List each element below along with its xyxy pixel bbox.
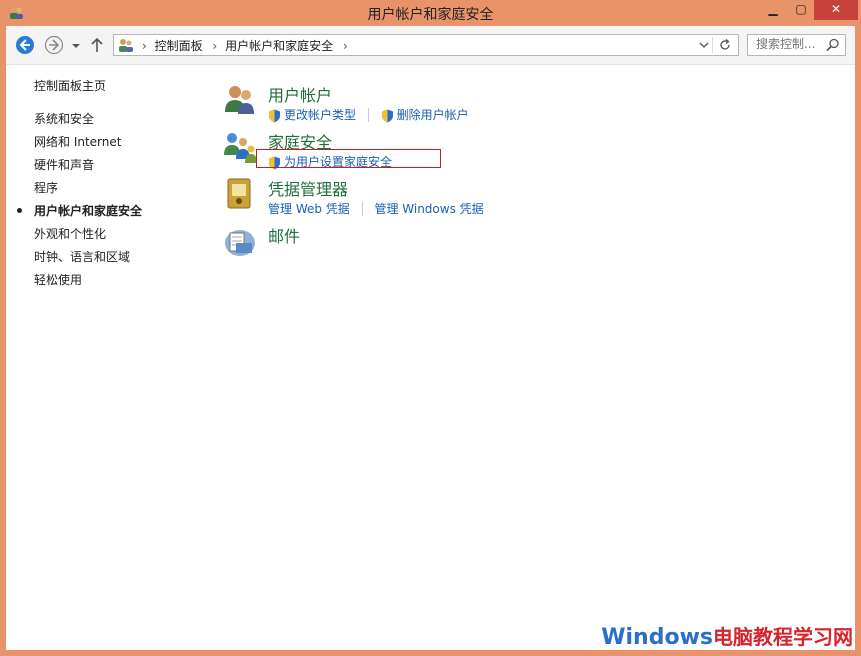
watermark-site-text: 电脑教程学习网 bbox=[713, 625, 853, 649]
back-arrow-icon[interactable] bbox=[15, 35, 35, 55]
window-title: 用户帐户和家庭安全 bbox=[367, 7, 494, 23]
sidebar-item-clock-language-region[interactable]: 时钟、语言和区域 bbox=[34, 248, 130, 265]
sidebar-item-system-security[interactable]: 系统和安全 bbox=[34, 110, 94, 127]
link-divider bbox=[367, 107, 369, 122]
address-divider bbox=[712, 37, 713, 53]
breadcrumb-user-accounts[interactable]: 用户帐户和家庭安全 bbox=[225, 39, 333, 53]
sidebar-item-network-internet[interactable]: 网络和 Internet bbox=[34, 133, 121, 150]
watermark: Windows电脑教程学习网 bbox=[601, 621, 853, 650]
window-frame: 用户帐户和家庭安全 ▁ ▢ ✕ › 控制面板 › 用户帐户和家庭安全 › 搜索控… bbox=[0, 0, 861, 656]
manage-web-credentials-link[interactable]: 管理 Web 凭据 bbox=[268, 200, 350, 217]
highlight-annotation-box bbox=[256, 149, 441, 168]
category-links: 更改帐户类型 删除用户帐户 bbox=[268, 106, 469, 123]
sidebar-item-programs[interactable]: 程序 bbox=[34, 179, 58, 196]
title-bar[interactable]: 用户帐户和家庭安全 ▁ ▢ ✕ bbox=[0, 0, 861, 26]
user-accounts-icon[interactable] bbox=[222, 82, 258, 118]
category-title[interactable]: 邮件 bbox=[268, 223, 300, 247]
remove-user-account-link[interactable]: 删除用户帐户 bbox=[381, 106, 469, 123]
forward-arrow-icon[interactable] bbox=[44, 35, 64, 55]
link-divider bbox=[361, 201, 363, 216]
manage-windows-credentials-link[interactable]: 管理 Windows 凭据 bbox=[374, 200, 483, 217]
category-title[interactable]: 用户帐户 bbox=[268, 82, 332, 106]
close-button[interactable]: ✕ bbox=[814, 0, 858, 20]
recent-pages-dropdown-icon[interactable] bbox=[70, 35, 82, 55]
search-icon[interactable] bbox=[826, 38, 840, 52]
maximize-button[interactable]: ▢ bbox=[788, 0, 814, 20]
refresh-icon[interactable] bbox=[718, 38, 732, 52]
uac-shield-icon bbox=[269, 109, 280, 122]
uac-shield-icon bbox=[381, 109, 393, 122]
breadcrumb: › 控制面板 › 用户帐户和家庭安全 › bbox=[140, 37, 352, 54]
watermark-text: Windows bbox=[601, 625, 713, 650]
search-input[interactable] bbox=[748, 35, 826, 53]
control-panel-icon bbox=[119, 39, 133, 52]
minimize-button[interactable]: ▁ bbox=[758, 0, 788, 20]
sidebar-item-ease-of-access[interactable]: 轻松使用 bbox=[34, 271, 82, 288]
family-safety-icon[interactable] bbox=[222, 129, 258, 165]
sidebar-item-label: 用户帐户和家庭安全 bbox=[34, 204, 143, 218]
breadcrumb-separator-icon[interactable]: › bbox=[142, 39, 147, 53]
address-bar[interactable]: › 控制面板 › 用户帐户和家庭安全 › bbox=[113, 34, 739, 56]
category-title[interactable]: 凭据管理器 bbox=[268, 176, 348, 200]
chevron-down-icon[interactable] bbox=[699, 40, 709, 50]
mail-icon[interactable] bbox=[222, 223, 258, 259]
breadcrumb-separator-icon[interactable]: › bbox=[212, 39, 217, 53]
client-area: › 控制面板 › 用户帐户和家庭安全 › 搜索控制... 控制面板主页 系统和安… bbox=[6, 26, 855, 650]
current-page-bullet bbox=[17, 208, 22, 213]
category-links: 管理 Web 凭据 管理 Windows 凭据 bbox=[268, 200, 484, 217]
breadcrumb-separator-icon[interactable]: › bbox=[343, 39, 348, 53]
up-arrow-icon[interactable] bbox=[90, 35, 104, 55]
sidebar-item-appearance[interactable]: 外观和个性化 bbox=[34, 225, 106, 242]
sidebar-item-hardware-sound[interactable]: 硬件和声音 bbox=[34, 156, 94, 173]
credential-manager-icon[interactable] bbox=[222, 176, 258, 212]
navigation-bar: › 控制面板 › 用户帐户和家庭安全 › bbox=[6, 26, 855, 65]
search-box[interactable] bbox=[747, 34, 846, 56]
breadcrumb-control-panel[interactable]: 控制面板 bbox=[155, 39, 203, 53]
sidebar-home-link[interactable]: 控制面板主页 bbox=[34, 77, 106, 94]
sidebar-item-user-accounts[interactable]: 用户帐户和家庭安全 bbox=[17, 202, 143, 219]
change-account-type-link[interactable]: 更改帐户类型 bbox=[268, 106, 356, 123]
link-label: 更改帐户类型 bbox=[284, 108, 357, 122]
link-label: 删除用户帐户 bbox=[396, 108, 469, 122]
